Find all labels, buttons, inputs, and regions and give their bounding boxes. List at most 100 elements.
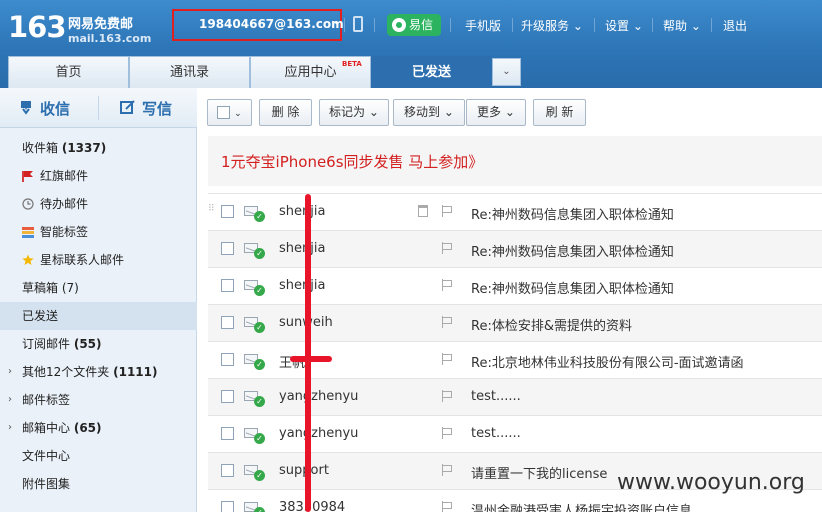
sent-check-icon: ✓	[254, 322, 265, 333]
flag-icon[interactable]	[442, 279, 452, 291]
compose-button[interactable]: 写信	[142, 98, 172, 119]
row-checkbox[interactable]	[221, 501, 234, 512]
sidebar-item-subscriptions[interactable]: 订阅邮件 (55)	[0, 330, 197, 358]
clock-icon	[22, 198, 34, 210]
recipient-name: 38330984	[279, 500, 346, 512]
yixin-icon	[392, 18, 406, 32]
star-icon	[22, 254, 34, 265]
recipient-name: yangzhenyu	[279, 426, 359, 441]
help-link[interactable]: 帮助 ⌄	[663, 17, 701, 34]
sidebar-item-label: 邮件标签	[22, 393, 71, 407]
mail-subject[interactable]: Re:体检安排&需提供的资料	[471, 315, 632, 334]
flag-icon[interactable]	[442, 464, 452, 476]
expand-arrow-icon[interactable]: ›	[8, 358, 12, 386]
drag-handle-icon[interactable]: ⠿	[208, 204, 215, 214]
logo-name[interactable]: 网易免费邮	[68, 13, 133, 32]
move-to-button[interactable]: 移动到 ⌄	[393, 99, 465, 126]
mail-subject[interactable]: test......	[471, 389, 521, 404]
sent-check-icon: ✓	[254, 507, 265, 512]
flag-icon[interactable]	[442, 501, 452, 512]
row-checkbox[interactable]	[221, 464, 234, 477]
sent-check-icon: ✓	[254, 211, 265, 222]
sidebar-item-mail-tags[interactable]: › 邮件标签	[0, 386, 197, 414]
logout-link[interactable]: 退出	[723, 17, 747, 34]
phone-icon[interactable]	[353, 16, 363, 32]
flag-icon[interactable]	[442, 242, 452, 254]
mark-as-button[interactable]: 标记为 ⌄	[319, 99, 389, 126]
sidebar-item-inbox[interactable]: 收件箱 (1337)	[0, 134, 197, 162]
tab-sent[interactable]: 已发送	[371, 56, 492, 88]
expand-arrow-icon[interactable]: ›	[8, 414, 12, 442]
sidebar-item-drafts[interactable]: 草稿箱 (7)	[0, 274, 197, 302]
row-checkbox[interactable]	[221, 390, 234, 403]
sidebar-item-label: 待办邮件	[40, 197, 89, 211]
sidebar-item-label: 星标联系人邮件	[40, 253, 125, 267]
sidebar-item-label: 文件中心	[22, 449, 71, 463]
table-row[interactable]: ✓ yangzhenyu test......	[208, 378, 822, 415]
mail-subject[interactable]: Re:神州数码信息集团入职体检通知	[471, 278, 674, 297]
sidebar-item-attachments[interactable]: 附件图集	[0, 470, 197, 498]
more-button[interactable]: 更多 ⌄	[466, 99, 526, 126]
mail-subject[interactable]: Re:神州数码信息集团入职体检通知	[471, 204, 674, 223]
table-row[interactable]: ⠿ ✓ shenjia Re:神州数码信息集团入职体检通知	[208, 193, 822, 230]
flag-icon[interactable]	[442, 427, 452, 439]
flag-icon[interactable]	[442, 316, 452, 328]
receive-button[interactable]: 收信	[40, 98, 70, 119]
flag-icon[interactable]	[442, 390, 452, 402]
mail-subject[interactable]: Re:北京地林伟业科技股份有限公司-面试邀请函	[471, 352, 744, 371]
logo-number[interactable]: 163	[8, 10, 67, 44]
tab-home[interactable]: 首页	[8, 56, 129, 88]
sidebar-item-label: 订阅邮件 (55)	[22, 337, 102, 351]
table-row[interactable]: ✓ shenjia Re:神州数码信息集团入职体检通知	[208, 267, 822, 304]
flag-icon[interactable]	[442, 353, 452, 365]
row-checkbox[interactable]	[221, 427, 234, 440]
more-label: 更多	[477, 105, 502, 119]
header-divider	[594, 18, 595, 32]
sent-check-icon: ✓	[254, 359, 265, 370]
select-all-checkbox[interactable]	[217, 106, 231, 119]
mobile-link[interactable]: 手机版	[465, 17, 501, 34]
flag-icon[interactable]	[442, 205, 452, 217]
sidebar-item-label: 收件箱 (1337)	[22, 141, 107, 155]
promo-banner-link[interactable]: 1元夺宝iPhone6s同步发售 马上参加》	[221, 151, 483, 172]
watermark: www.wooyun.org	[617, 470, 805, 495]
chevron-down-icon[interactable]: ⌄	[332, 16, 340, 27]
sent-check-icon: ✓	[254, 433, 265, 444]
row-checkbox[interactable]	[221, 205, 234, 218]
chevron-down-icon: ⌄	[234, 109, 242, 119]
table-row[interactable]: ✓ sunweih Re:体检安排&需提供的资料	[208, 304, 822, 341]
sidebar-item-todo[interactable]: 待办邮件	[0, 190, 197, 218]
tab-contacts[interactable]: 通讯录	[129, 56, 250, 88]
sidebar-item-red-flag[interactable]: 红旗邮件	[0, 162, 197, 190]
mail-subject[interactable]: 温州金融港受害人杨振宇投资账户信息	[471, 500, 692, 512]
delete-button[interactable]: 删 除	[259, 99, 312, 126]
upgrade-label: 升级服务	[521, 19, 570, 33]
sidebar-item-starred[interactable]: 星标联系人邮件	[0, 246, 197, 274]
sidebar-item-file-center[interactable]: 文件中心	[0, 442, 197, 470]
sidebar-item-smart-tags[interactable]: 智能标签	[0, 218, 197, 246]
header-divider	[344, 18, 345, 32]
expand-arrow-icon[interactable]: ›	[8, 386, 12, 414]
settings-link[interactable]: 设置 ⌄	[605, 17, 643, 34]
mail-subject[interactable]: Re:神州数码信息集团入职体检通知	[471, 241, 674, 260]
sidebar-item-sent[interactable]: 已发送	[0, 302, 197, 330]
row-checkbox[interactable]	[221, 279, 234, 292]
row-checkbox[interactable]	[221, 242, 234, 255]
table-row[interactable]: ✓ shenjia Re:神州数码信息集团入职体检通知	[208, 230, 822, 267]
row-checkbox[interactable]	[221, 316, 234, 329]
table-row[interactable]: ✓ yangzhenyu test......	[208, 415, 822, 452]
tab-more-button[interactable]: ⌄	[492, 58, 521, 86]
refresh-button[interactable]: 刷 新	[533, 99, 586, 126]
trash-icon[interactable]	[418, 205, 428, 217]
sent-check-icon: ✓	[254, 285, 265, 296]
sidebar-item-mailbox-center[interactable]: › 邮箱中心 (65)	[0, 414, 197, 442]
select-all-dropdown[interactable]: ⌄	[207, 99, 252, 126]
sidebar-item-other-folders[interactable]: › 其他12个文件夹 (1111)	[0, 358, 197, 386]
upgrade-link[interactable]: 升级服务 ⌄	[521, 17, 583, 34]
row-checkbox[interactable]	[221, 353, 234, 366]
yixin-label: 易信	[409, 18, 434, 32]
yixin-button[interactable]: 易信	[387, 14, 441, 36]
account-email[interactable]: 198404667@163.com	[199, 17, 344, 31]
mail-subject[interactable]: test......	[471, 426, 521, 441]
mail-subject[interactable]: 请重置一下我的license	[471, 463, 607, 482]
